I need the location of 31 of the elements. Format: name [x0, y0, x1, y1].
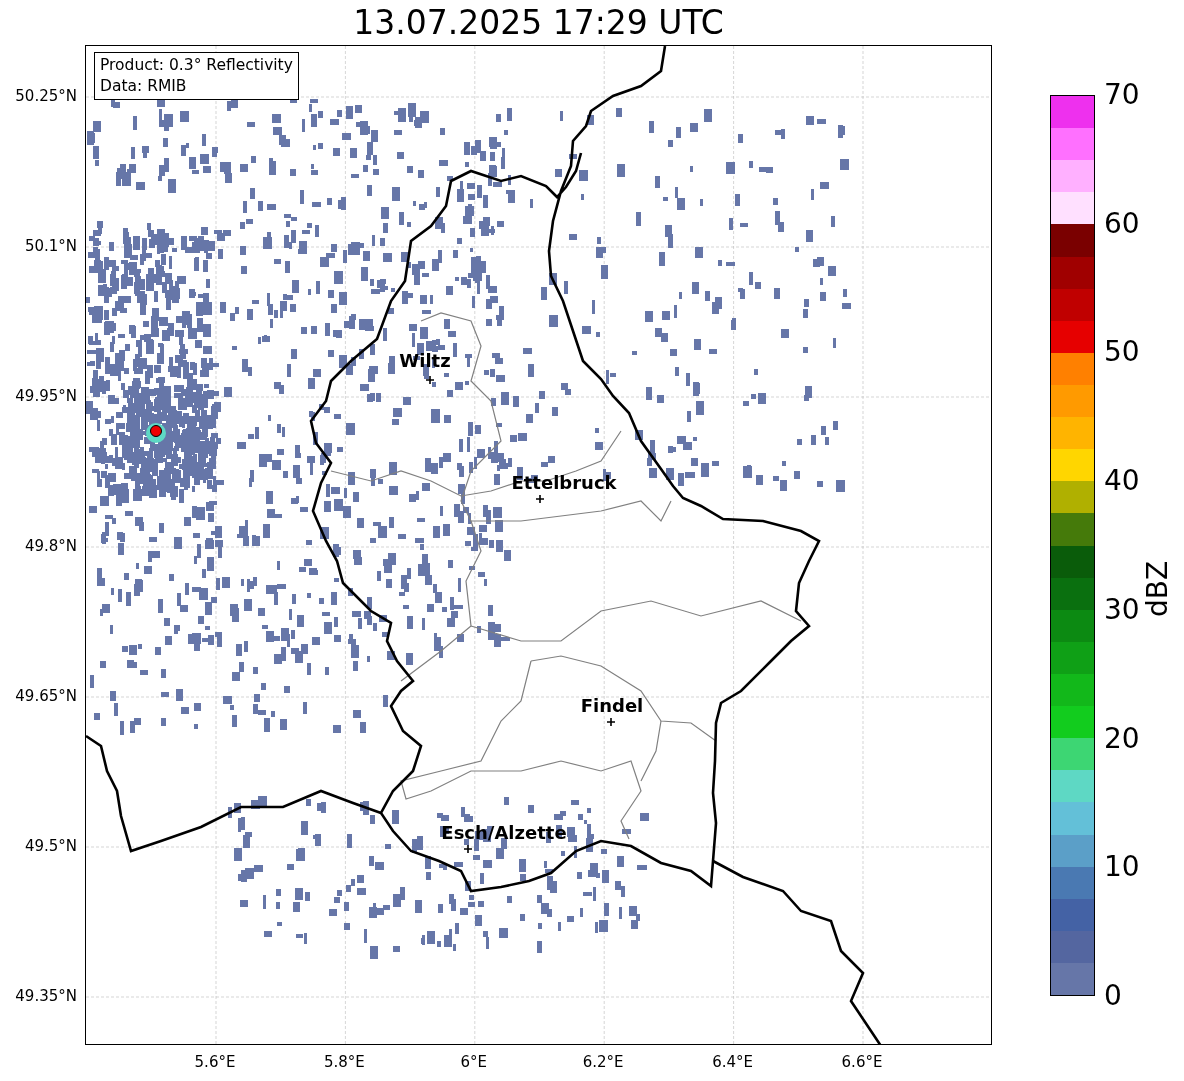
latitude-label: 50.1°N [24, 237, 77, 255]
colorbar-tick-label: 30 [1104, 595, 1140, 624]
longitude-label: 5.8°E [323, 1053, 365, 1071]
colorbar-tick-label: 0 [1104, 982, 1122, 1010]
chart-title: 13.07.2025 17:29 UTC [353, 2, 724, 43]
longitude-label: 6°E [460, 1053, 488, 1071]
longitude-label: 6.2°E [582, 1053, 624, 1071]
city-marker-icon [426, 376, 434, 384]
latitude-label: 49.35°N [15, 987, 77, 1005]
colorbar-tick-label: 20 [1104, 724, 1140, 753]
city-label: Findel [580, 697, 644, 715]
longitude-label: 5.6°E [194, 1053, 236, 1071]
colorbar-tick-label: 10 [1104, 853, 1140, 882]
colorbar-axis-label: dBZ [1144, 560, 1173, 618]
colorbar-tick-label: 70 [1104, 81, 1140, 109]
city-marker-icon [464, 845, 472, 853]
latitude-label: 49.5°N [24, 837, 77, 855]
latitude-label: 49.8°N [24, 537, 77, 555]
latitude-label: 49.95°N [15, 387, 77, 405]
latitude-label: 49.65°N [15, 687, 77, 705]
longitude-label: 6.4°E [712, 1053, 753, 1071]
city-label: Ettelbruck [511, 474, 617, 492]
longitude-label: 6.6°E [841, 1053, 883, 1071]
info-text: Data: RMIB [100, 76, 188, 97]
info-text: Product: 0.3° Reflectivity [100, 55, 293, 76]
city-marker-icon [607, 718, 615, 726]
city-marker-icon [536, 495, 544, 503]
colorbar-tick-label: 50 [1104, 338, 1140, 367]
colorbar-tick-label: 40 [1104, 467, 1140, 496]
colorbar-tick-label: 60 [1104, 209, 1140, 238]
latitude-label: 50.25°N [15, 87, 77, 105]
